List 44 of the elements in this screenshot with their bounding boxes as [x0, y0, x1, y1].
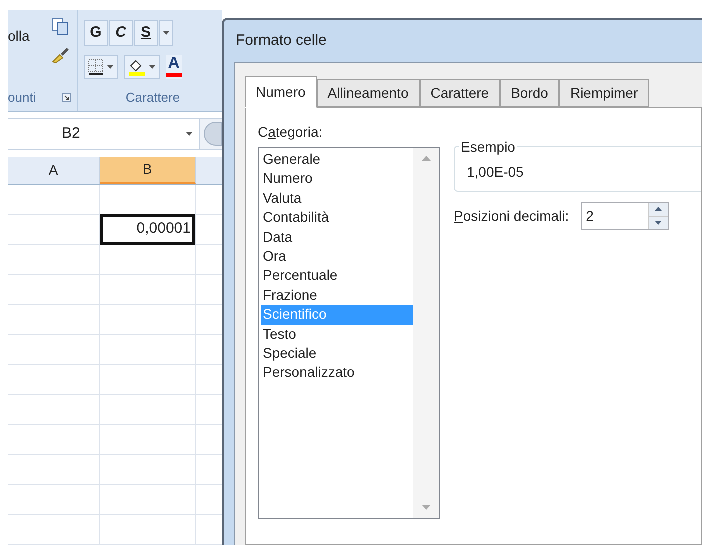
field-label: Posizioni decimali: — [454, 208, 570, 224]
tab[interactable]: Allineamento — [316, 79, 420, 107]
caret-icon — [107, 64, 114, 69]
list-item[interactable]: Contabilità — [261, 208, 413, 228]
format-button[interactable]: G — [84, 20, 108, 46]
list-item[interactable]: Speciale — [261, 344, 413, 364]
list-item[interactable]: Testo — [261, 324, 413, 344]
format-button[interactable]: C — [109, 20, 133, 46]
list-item[interactable]: Numero — [261, 169, 413, 189]
copy-icon[interactable] — [52, 18, 70, 36]
list-item[interactable]: Personalizzato — [261, 363, 413, 383]
spinner-value: 2 — [585, 206, 595, 226]
caret-icon — [149, 64, 156, 69]
list-item[interactable]: Data — [261, 228, 413, 248]
list-item[interactable]: Valuta — [261, 188, 413, 208]
tab[interactable]: Riempimer — [559, 79, 650, 107]
format-button[interactable]: S — [134, 20, 158, 46]
field-label: Categoria: — [258, 124, 323, 140]
sample-value: 1,00E-05 — [467, 163, 524, 182]
launcher-icon[interactable] — [62, 92, 71, 102]
list-item[interactable]: Percentuale — [261, 266, 413, 286]
brush-icon[interactable] — [51, 46, 71, 64]
spin-up-icon[interactable] — [649, 203, 668, 216]
paste-label[interactable]: olla — [8, 26, 30, 47]
group-label: Carattere — [124, 88, 182, 106]
group-label: ounti — [8, 88, 36, 106]
tab[interactable]: Numero — [245, 76, 317, 108]
caret-icon — [162, 31, 170, 35]
list-item[interactable]: Ora — [261, 247, 413, 266]
window-title: Formato celle — [236, 30, 327, 51]
caret-icon — [186, 132, 193, 136]
list-item[interactable]: Generale — [261, 150, 413, 170]
category-list[interactable]: Generale Numero Valuta Contabilità Data Ora Percentuale Frazione Scientifico Testo Speciale Personalizzato — [258, 147, 440, 519]
font-color-button[interactable]: A — [166, 54, 182, 79]
borders-icon[interactable] — [88, 58, 104, 75]
tab[interactable]: Bordo — [500, 79, 560, 107]
column-header[interactable]: B — [100, 157, 196, 184]
decimals-spinner[interactable]: 2 — [581, 202, 670, 230]
spin-down-icon[interactable] — [649, 216, 668, 229]
name-box[interactable]: B2 — [8, 119, 200, 149]
fill-color-icon[interactable] — [128, 58, 146, 76]
active-cell[interactable]: 0,00001 — [100, 214, 195, 245]
tab[interactable]: Carattere — [420, 79, 500, 107]
list-item[interactable]: Frazione — [261, 286, 413, 306]
